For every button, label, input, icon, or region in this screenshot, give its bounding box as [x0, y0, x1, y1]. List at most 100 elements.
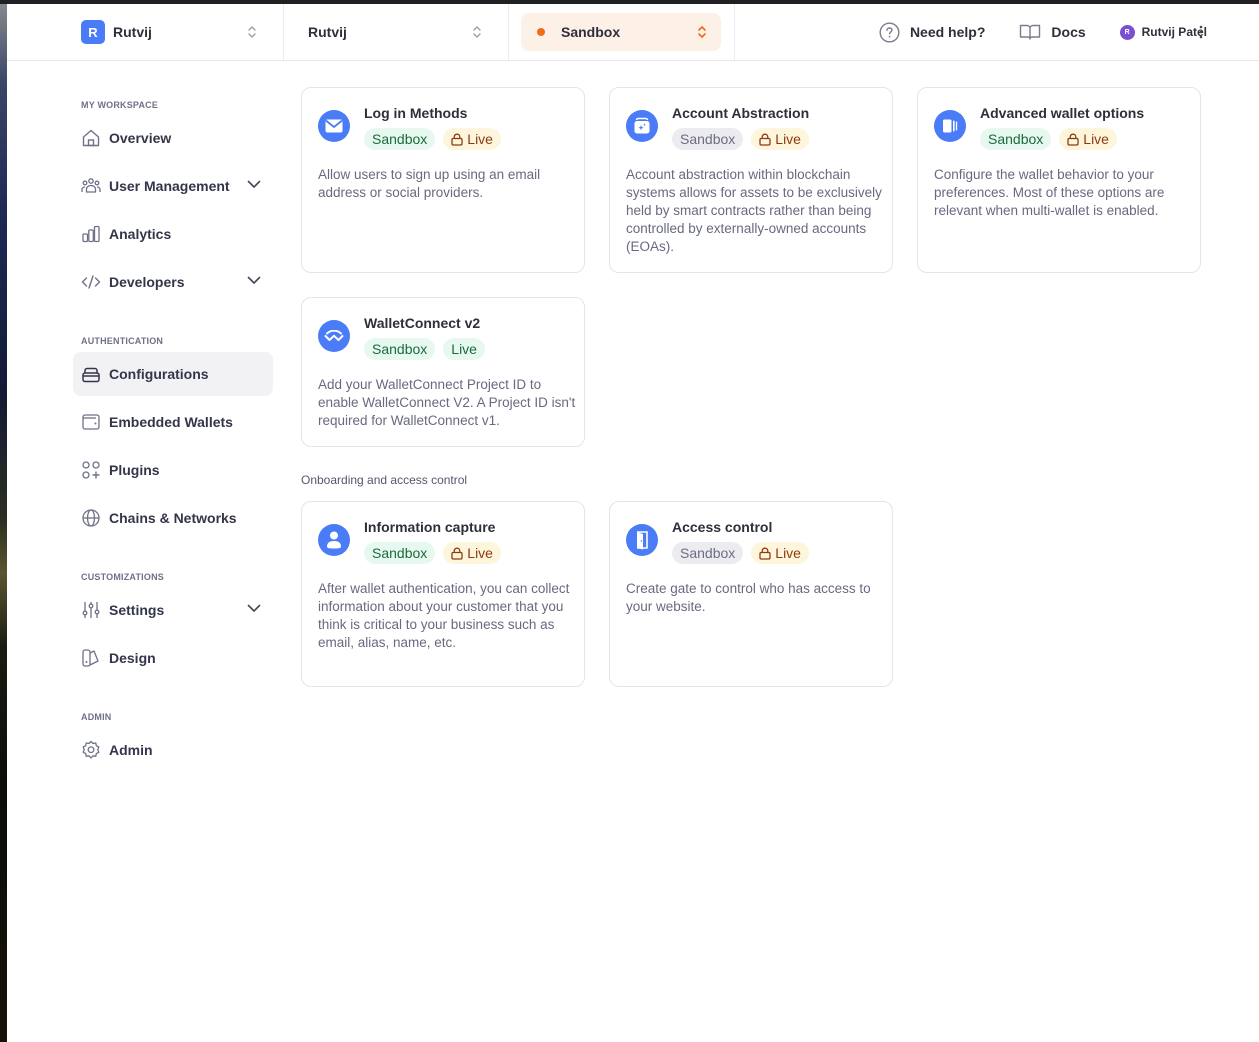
walletconnect-icon [318, 320, 350, 352]
nav-label: Chains & Networks [109, 510, 237, 526]
lock-icon [451, 547, 463, 560]
sidebar-item-configurations[interactable]: Configurations [73, 352, 273, 396]
environment-badges: Sandbox Live [364, 542, 509, 564]
chevron-down-icon[interactable] [247, 276, 261, 285]
wallet-icon [81, 412, 101, 432]
nav-label: Plugins [109, 462, 160, 478]
user-icon [318, 524, 350, 556]
project-switcher[interactable]: Rutvij [284, 4, 509, 60]
card-log-in-methods[interactable]: Log in Methods Sandbox Live Allow users … [301, 87, 585, 273]
envelope-icon [318, 110, 350, 142]
wallets-icon [934, 110, 966, 142]
environment-name: Sandbox [561, 24, 621, 40]
card-description: Add your WalletConnect Project ID to ena… [318, 377, 576, 428]
environment-badges: Sandbox Live [364, 338, 493, 360]
nav-label: Developers [109, 274, 185, 290]
card-advanced-wallet-options[interactable]: Advanced wallet options Sandbox Live Con… [917, 87, 1201, 273]
need-help-link[interactable]: Need help? [879, 21, 986, 43]
card-title: Access control [672, 519, 773, 535]
lock-icon [451, 133, 463, 146]
chevron-down-icon[interactable] [247, 604, 261, 613]
need-help-label: Need help? [909, 24, 986, 40]
sidebar-item-user-management[interactable]: User Management [73, 164, 273, 208]
users-icon [81, 176, 101, 196]
app-window: R Rutvij Rutvij Sandbox Need help? Docs [7, 4, 1259, 1042]
card-walletconnect-v2[interactable]: WalletConnect v2 Sandbox Live Add your W… [301, 297, 585, 447]
live-badge-label: Live [775, 545, 801, 561]
lock-icon [759, 547, 771, 560]
chevron-up-down-icon [248, 26, 256, 38]
sidebar-section-my-workspace: MY WORKSPACE Overview User Management An… [73, 98, 273, 308]
sidebar-item-developers[interactable]: Developers [73, 260, 273, 304]
bar-chart-icon [81, 224, 101, 244]
docs-link[interactable]: Docs [1019, 23, 1086, 41]
sidebar-item-embedded-wallets[interactable]: Embedded Wallets [73, 400, 273, 444]
project-name: Rutvij [308, 24, 347, 40]
sidebar-item-chains-networks[interactable]: Chains & Networks [73, 496, 273, 540]
chevron-down-icon[interactable] [247, 180, 261, 189]
card-information-capture[interactable]: Information capture Sandbox Live After w… [301, 501, 585, 687]
card-description: Create gate to control who has access to… [626, 581, 871, 614]
card-description: After wallet authentication, you can col… [318, 581, 570, 650]
sandbox-badge: Sandbox [364, 338, 436, 360]
section-title: CUSTOMIZATIONS [81, 572, 164, 582]
user-menu[interactable]: R Rutvij Patel [1119, 24, 1207, 40]
nav-label: Settings [109, 602, 165, 618]
lock-icon [759, 133, 771, 146]
card-title: Advanced wallet options [980, 105, 1145, 121]
sliders-icon [81, 600, 101, 620]
nav-label: Embedded Wallets [109, 414, 233, 430]
sidebar-item-settings[interactable]: Settings [73, 588, 273, 632]
sidebar-item-overview[interactable]: Overview [73, 116, 273, 160]
card-title: Account Abstraction [672, 105, 810, 121]
nav-label: Configurations [109, 366, 209, 382]
card-access-control[interactable]: Access control Sandbox Live Create gate … [609, 501, 893, 687]
live-badge: Live [1059, 128, 1117, 150]
sandbox-badge: Sandbox [672, 542, 744, 564]
plugins-icon [81, 460, 101, 480]
desktop-background [0, 0, 7, 1042]
help-circle-icon [879, 21, 900, 43]
more-vertical-icon[interactable] [1199, 25, 1203, 39]
nav-label: Admin [109, 742, 153, 758]
environment-badges: Sandbox Live [672, 128, 817, 150]
gear-icon [81, 740, 101, 760]
smart-wallet-icon [626, 110, 658, 142]
section-title: MY WORKSPACE [81, 100, 159, 110]
user-avatar: R [1119, 24, 1135, 40]
card-title: WalletConnect v2 [364, 315, 481, 331]
live-badge: Live [443, 128, 501, 150]
globe-icon [81, 508, 101, 528]
nav-label: Overview [109, 130, 172, 146]
sidebar-item-admin[interactable]: Admin [73, 728, 273, 772]
header-actions: Need help? Docs R Rutvij Patel [879, 4, 1259, 60]
card-account-abstraction[interactable]: Account Abstraction Sandbox Live Account… [609, 87, 893, 273]
environment-badges: Sandbox Live [980, 128, 1125, 150]
section-title: AUTHENTICATION [81, 336, 164, 346]
live-badge-label: Live [467, 131, 493, 147]
door-icon [626, 524, 658, 556]
card-title: Log in Methods [364, 105, 468, 121]
live-badge-label: Live [467, 545, 493, 561]
environment-switcher[interactable]: Sandbox [521, 13, 721, 51]
chevron-up-down-icon [473, 26, 481, 38]
live-badge: Live [751, 542, 809, 564]
top-header: R Rutvij Rutvij Sandbox Need help? Docs [7, 4, 1259, 61]
nav-label: Design [109, 650, 156, 666]
nav-label: Analytics [109, 226, 172, 242]
sidebar-section-admin: ADMIN Admin [73, 710, 273, 776]
sidebar-item-analytics[interactable]: Analytics [73, 212, 273, 256]
sandbox-badge: Sandbox [980, 128, 1052, 150]
home-icon [81, 128, 101, 148]
sidebar-item-design[interactable]: Design [73, 636, 273, 680]
live-badge: Live [443, 542, 501, 564]
card-title: Information capture [364, 519, 496, 535]
card-description: Account abstraction within blockchain sy… [626, 167, 882, 254]
environment-switcher-wrapper: Sandbox [509, 4, 735, 60]
sandbox-badge: Sandbox [364, 542, 436, 564]
section-title: ADMIN [81, 712, 112, 722]
organization-switcher[interactable]: R Rutvij [7, 4, 284, 60]
environment-badges: Sandbox Live [364, 128, 509, 150]
sidebar-item-plugins[interactable]: Plugins [73, 448, 273, 492]
book-icon [1020, 24, 1041, 40]
